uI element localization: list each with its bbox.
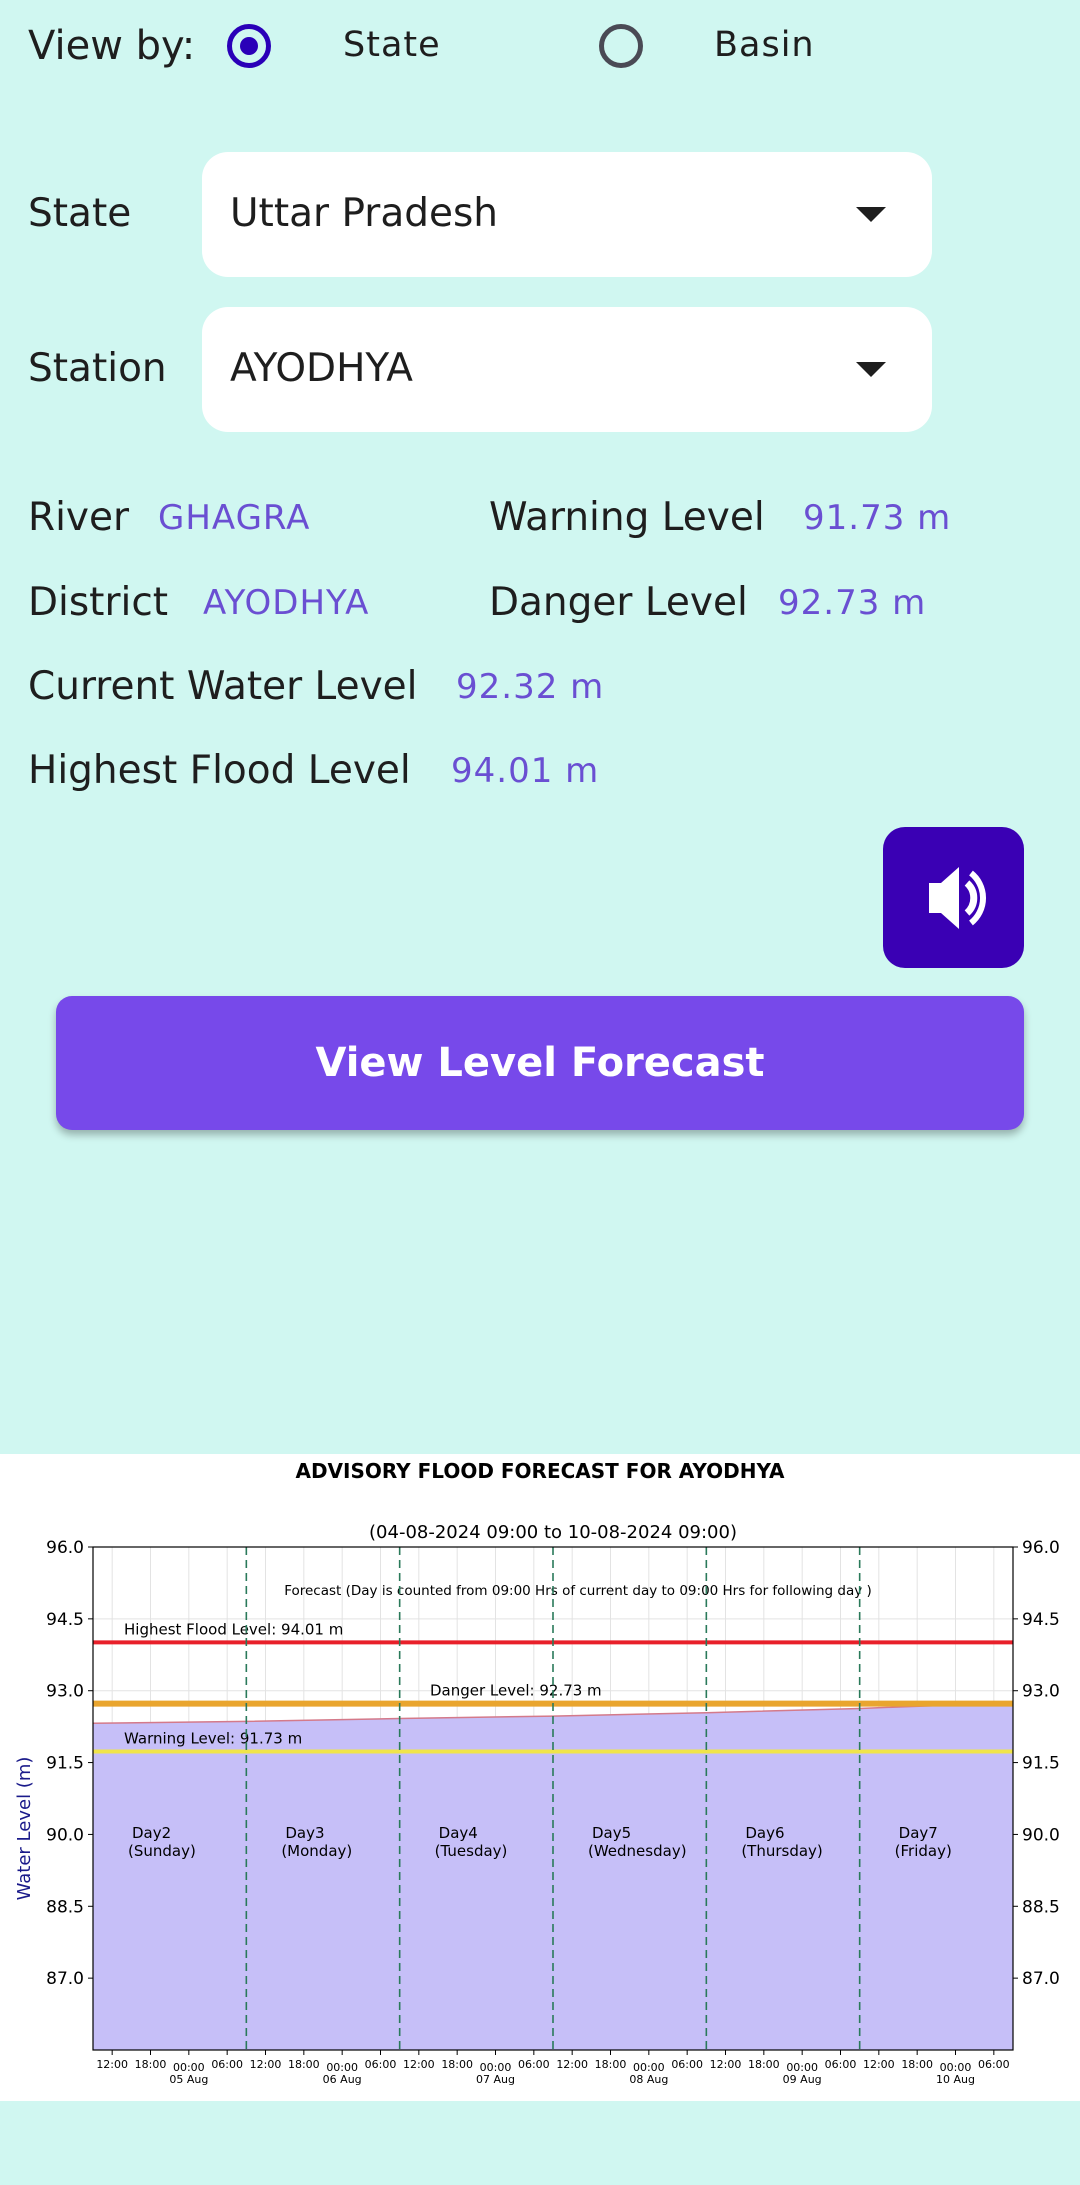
x-tick-label: 18:00 [288, 2058, 320, 2071]
y-tick-label: 96.0 [46, 1538, 84, 1558]
speaker-icon [929, 867, 986, 929]
district-label: District [28, 580, 169, 625]
x-tick-label: 12:00 [863, 2058, 895, 2071]
y-tick-label-right: 90.0 [1022, 1825, 1060, 1845]
day-label: Day5 [592, 1824, 631, 1842]
x-tick-label: 18:00 [135, 2058, 167, 2071]
x-date-label: 05 Aug [169, 2073, 208, 2086]
y-tick-label-right: 91.5 [1022, 1754, 1060, 1774]
state-dropdown-value: Uttar Pradesh [230, 191, 499, 236]
state-label: State [28, 191, 132, 236]
station-label: Station [28, 346, 167, 391]
level-label: Highest Flood Level: 94.01 m [124, 1620, 343, 1638]
x-tick-label: 06:00 [518, 2058, 550, 2071]
y-tick-label: 90.0 [46, 1825, 84, 1845]
radio-basin[interactable] [599, 24, 643, 68]
danger-level-value: 92.73 m [778, 583, 927, 623]
x-tick-label: 12:00 [710, 2058, 742, 2071]
station-dropdown-value: AYODHYA [230, 346, 413, 391]
day-label: Day3 [285, 1824, 324, 1842]
chart-title: ADVISORY FLOOD FORECAST FOR AYODHYA [295, 1459, 785, 1483]
warning-level-value: 91.73 m [803, 498, 952, 538]
warning-level-label: Warning Level [489, 495, 765, 540]
x-tick-label: 06:00 [671, 2058, 703, 2071]
y-tick-label-right: 88.5 [1022, 1897, 1060, 1917]
day-label-weekday: (Thursday) [741, 1842, 822, 1860]
state-dropdown[interactable]: Uttar Pradesh [202, 152, 932, 277]
level-label: Warning Level: 91.73 m [124, 1730, 302, 1748]
radio-state-label[interactable]: State [343, 20, 441, 70]
current-water-level-value: 92.32 m [456, 667, 605, 707]
chevron-down-icon [856, 207, 886, 222]
day-label-weekday: (Friday) [895, 1842, 952, 1860]
day-label: Day2 [132, 1824, 171, 1842]
x-date-label: 06 Aug [323, 2073, 362, 2086]
forecast-chart: ADVISORY FLOOD FORECAST FOR AYODHYA (04-0… [0, 1454, 1080, 2101]
day-label-weekday: (Monday) [281, 1842, 352, 1860]
x-date-label: 09 Aug [783, 2073, 822, 2086]
chart-subtitle: (04-08-2024 09:00 to 10-08-2024 09:00) [369, 1522, 737, 1543]
y-tick-label-right: 93.0 [1022, 1682, 1060, 1702]
x-date-label: 08 Aug [629, 2073, 668, 2086]
y-tick-label: 91.5 [46, 1754, 84, 1774]
forecast-note: Forecast (Day is counted from 09:00 Hrs … [284, 1583, 872, 1599]
forecast-chart-svg: ADVISORY FLOOD FORECAST FOR AYODHYA (04-0… [14, 1459, 1060, 2086]
y-tick-label: 87.0 [46, 1969, 84, 1989]
district-value: AYODHYA [203, 583, 370, 623]
river-label: River [28, 495, 130, 540]
x-date-label: 07 Aug [476, 2073, 515, 2086]
radio-state[interactable] [227, 24, 271, 68]
station-dropdown[interactable]: AYODHYA [202, 307, 932, 432]
view-by-label: View by: [28, 23, 196, 69]
view-level-forecast-button[interactable]: View Level Forecast [56, 996, 1024, 1130]
radio-basin-label[interactable]: Basin [714, 20, 815, 70]
day-label-weekday: (Wednesday) [588, 1842, 687, 1860]
day-label-weekday: (Sunday) [128, 1842, 196, 1860]
chevron-down-icon [856, 362, 886, 377]
danger-level-label: Danger Level [489, 580, 748, 625]
x-tick-label: 18:00 [901, 2058, 933, 2071]
y-tick-label: 94.5 [46, 1610, 84, 1630]
day-label: Day4 [439, 1824, 478, 1842]
current-water-level-label: Current Water Level [28, 664, 418, 709]
y-tick-label: 93.0 [46, 1682, 84, 1702]
y-tick-label-right: 87.0 [1022, 1969, 1060, 1989]
x-tick-label: 06:00 [211, 2058, 243, 2071]
radio-selected-dot [240, 37, 258, 55]
x-tick-label: 18:00 [595, 2058, 627, 2071]
y-tick-label: 88.5 [46, 1897, 84, 1917]
day-label: Day7 [899, 1824, 938, 1842]
y-axis-label: Water Level (m) [14, 1757, 35, 1901]
x-tick-label: 12:00 [403, 2058, 435, 2071]
day-label-weekday: (Tuesday) [435, 1842, 508, 1860]
x-tick-label: 06:00 [365, 2058, 397, 2071]
day-label: Day6 [745, 1824, 784, 1842]
y-tick-label-right: 94.5 [1022, 1610, 1060, 1630]
highest-flood-level-value: 94.01 m [451, 751, 600, 791]
speaker-button[interactable] [883, 827, 1024, 968]
highest-flood-level-label: Highest Flood Level [28, 748, 411, 793]
x-tick-label: 12:00 [250, 2058, 282, 2071]
y-tick-label-right: 96.0 [1022, 1538, 1060, 1558]
x-tick-label: 12:00 [96, 2058, 128, 2071]
x-tick-label: 06:00 [978, 2058, 1010, 2071]
x-tick-label: 06:00 [825, 2058, 857, 2071]
river-value: GHAGRA [158, 498, 311, 538]
level-label: Danger Level: 92.73 m [430, 1682, 602, 1700]
x-tick-label: 12:00 [556, 2058, 588, 2071]
x-tick-label: 18:00 [748, 2058, 780, 2071]
x-tick-label: 18:00 [441, 2058, 473, 2071]
x-date-label: 10 Aug [936, 2073, 975, 2086]
